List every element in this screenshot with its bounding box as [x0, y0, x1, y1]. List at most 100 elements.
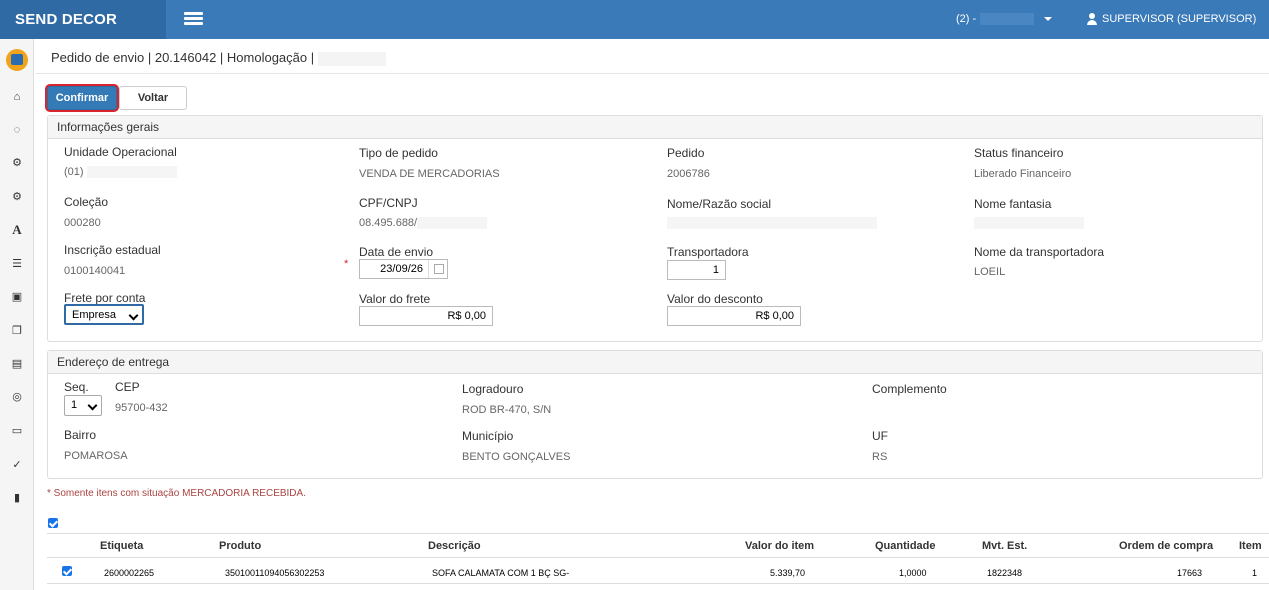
cell-produto: 35010011094056302253 — [225, 568, 325, 578]
car-icon[interactable]: ▣ — [9, 289, 25, 305]
fantasia-value — [974, 217, 1084, 230]
divider — [36, 73, 1269, 74]
tenant-dropdown[interactable]: (2) - — [956, 0, 1053, 39]
breadcrumb-text: Pedido de envio | 20.146042 | Homologaçã… — [51, 50, 315, 65]
user-icon — [1086, 13, 1098, 26]
col-valor-item[interactable]: Valor do item — [745, 540, 814, 552]
nome-value — [667, 217, 877, 230]
municipio-value: BENTO GONÇALVES — [462, 451, 571, 463]
valor-desconto-label: Valor do desconto — [667, 292, 763, 306]
col-item[interactable]: Item — [1239, 540, 1262, 552]
logradouro-label: Logradouro — [462, 382, 524, 396]
valor-desconto-input[interactable]: R$ 0,00 — [667, 306, 801, 326]
pedido-value: 2006786 — [667, 168, 710, 180]
seq-value: 1 — [71, 399, 78, 411]
spinner-icon[interactable]: ◌ — [9, 122, 25, 138]
cell-mvt-est: 1822348 — [987, 568, 1023, 578]
redacted-block — [974, 217, 1084, 230]
cpf-label: CPF/CNPJ — [359, 196, 418, 210]
cell-item: 1 — [1252, 568, 1258, 578]
gear-icon[interactable]: ⚙ — [9, 189, 25, 205]
redacted-block — [417, 217, 488, 230]
ie-value: 0100140041 — [64, 265, 126, 277]
transportadora-label: Transportadora — [667, 245, 749, 259]
colecao-label: Coleção — [64, 195, 109, 209]
uf-label: UF — [872, 429, 888, 443]
col-descricao[interactable]: Descrição — [428, 540, 481, 552]
redacted-block — [980, 13, 1035, 26]
transportadora-input[interactable]: 1 — [667, 260, 726, 280]
nome-transportadora-label: Nome da transportadora — [974, 245, 1105, 259]
data-envio-value: 23/09/26 — [380, 263, 423, 275]
font-icon[interactable]: A — [9, 222, 25, 238]
pedido-label: Pedido — [667, 146, 705, 160]
document-icon[interactable]: ▮ — [9, 490, 25, 506]
bairro-value: POMAROSA — [64, 450, 128, 462]
hamburger-menu-icon[interactable] — [184, 12, 203, 26]
chevron-down-icon — [128, 310, 139, 321]
cell-ordem-compra: 17663 — [1177, 568, 1203, 578]
col-ordem-compra[interactable]: Ordem de compra — [1119, 540, 1213, 552]
unidade-value: (01) — [64, 166, 177, 179]
colecao-value: 000280 — [64, 217, 101, 229]
cell-descricao: SOFA CALAMATA COM 1 BÇ SG- — [432, 568, 570, 578]
app-logo-icon[interactable] — [6, 49, 28, 71]
row-checkbox[interactable] — [62, 566, 72, 576]
cpf-value: 08.495.688/ — [359, 217, 488, 230]
list-icon[interactable]: ☰ — [9, 256, 25, 272]
col-etiqueta[interactable]: Etiqueta — [100, 540, 143, 552]
panel-title: Endereço de entrega — [48, 351, 1262, 374]
calendar-icon[interactable] — [428, 260, 447, 278]
confirm-button[interactable]: Confirmar — [47, 86, 117, 110]
cell-quantidade: 1,0000 — [899, 568, 927, 578]
data-envio-label: Data de envio — [359, 245, 434, 259]
redacted-block — [86, 166, 177, 179]
redacted-block — [317, 51, 386, 66]
row-divider — [47, 583, 1269, 584]
frete-conta-value: Empresa — [72, 309, 117, 321]
municipio-label: Município — [462, 429, 514, 443]
tipo-value: VENDA DE MERCADORIAS — [359, 168, 500, 180]
select-all-checkbox[interactable] — [48, 518, 58, 528]
copy-icon[interactable]: ❐ — [9, 323, 25, 339]
table-header-divider — [47, 557, 1269, 558]
redacted-block — [667, 217, 877, 230]
back-button[interactable]: Voltar — [119, 86, 187, 110]
globe-icon[interactable]: ◎ — [9, 389, 25, 405]
data-envio-input[interactable]: 23/09/26 — [359, 259, 448, 279]
brand-logo[interactable]: SEND DECOR — [0, 0, 166, 39]
user-dropdown[interactable]: SUPERVISOR (SUPERVISOR) — [1086, 0, 1269, 61]
cell-valor-item: 5.339,70 — [770, 568, 806, 578]
logradouro-value: ROD BR-470, S/N — [462, 404, 552, 416]
valor-frete-label: Valor do frete — [359, 292, 431, 306]
caret-down-icon — [1044, 17, 1053, 22]
user-name: SUPERVISOR (SUPERVISOR) — [1102, 13, 1257, 25]
gears-icon[interactable]: ⚙ — [9, 155, 25, 171]
status-label: Status financeiro — [974, 146, 1064, 160]
home-icon[interactable]: ⌂ — [9, 89, 25, 105]
nome-transportadora-value: LOEIL — [974, 266, 1006, 278]
items-table — [47, 533, 1269, 534]
breadcrumb: Pedido de envio | 20.146042 | Homologaçã… — [51, 50, 386, 66]
top-navbar: SEND DECOR (2) - SUPERVISOR (SUPERVISOR) — [0, 0, 1269, 61]
col-quantidade[interactable]: Quantidade — [875, 540, 936, 552]
wrench-icon[interactable]: ✓ — [9, 457, 25, 473]
file-icon[interactable]: ▤ — [9, 356, 25, 372]
frete-conta-select[interactable]: Empresa — [64, 304, 144, 325]
delivery-address-panel: Endereço de entrega — [47, 350, 1263, 479]
unidade-label: Unidade Operacional — [64, 145, 177, 159]
bairro-label: Bairro — [64, 428, 97, 442]
cell-etiqueta: 2600002265 — [104, 568, 155, 578]
uf-value: RS — [872, 451, 888, 463]
valor-frete-input[interactable]: R$ 0,00 — [359, 306, 493, 326]
col-mvt-est[interactable]: Mvt. Est. — [982, 540, 1027, 552]
chevron-down-icon — [87, 400, 98, 411]
tipo-label: Tipo de pedido — [359, 146, 438, 160]
ie-label: Inscrição estadual — [64, 243, 161, 257]
complemento-label: Complemento — [872, 382, 947, 396]
status-value: Liberado Financeiro — [974, 168, 1072, 180]
caret-down-icon — [1092, 56, 1100, 61]
col-produto[interactable]: Produto — [219, 540, 261, 552]
laptop-icon[interactable]: ▭ — [9, 423, 25, 439]
seq-select[interactable]: 1 — [64, 395, 102, 416]
